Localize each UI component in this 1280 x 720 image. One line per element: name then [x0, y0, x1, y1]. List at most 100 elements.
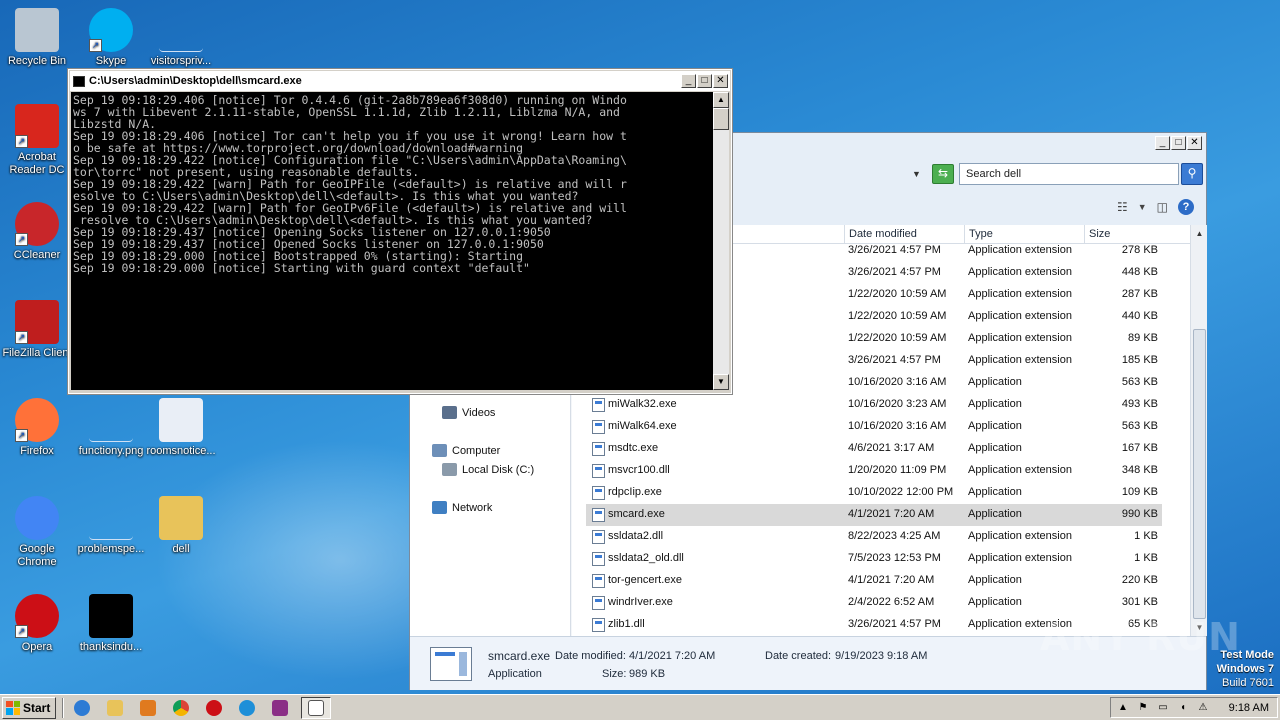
file-size: 440 KB: [1121, 310, 1158, 322]
refresh-button[interactable]: ⇆: [932, 164, 954, 184]
file-row[interactable]: ssldata2_old.dll 7/5/2023 12:53 PM Applica…: [586, 548, 1162, 570]
console-scrollbar[interactable]: ▲ ▼: [713, 92, 729, 390]
view-dropdown-icon[interactable]: ▼: [1138, 202, 1147, 212]
minimize-button[interactable]: _: [1155, 136, 1170, 150]
file-type: Application extension: [968, 354, 1072, 366]
system-tray: ▲ ⚑ ▭ ◖ ⚠ 9:18 AM: [1110, 697, 1278, 718]
taskbar-winrar-button[interactable]: [268, 697, 292, 719]
file-type: Application: [968, 486, 1022, 498]
desktop-icon[interactable]: ↗ Opera: [0, 594, 74, 654]
security-icon[interactable]: ⚠: [1197, 702, 1209, 714]
taskbar-explorer-button[interactable]: [103, 697, 127, 719]
desktop-icon[interactable]: ↗ FileZilla Client: [0, 300, 74, 360]
desktop-icon-label: functiony.png: [78, 445, 144, 457]
column-size[interactable]: Size: [1084, 225, 1190, 244]
file-size: 563 KB: [1121, 420, 1158, 432]
desktop-icon-label: visitorspriv...: [150, 55, 212, 67]
taskbar-ie-button[interactable]: [70, 697, 94, 719]
volume-icon[interactable]: ◖: [1177, 702, 1189, 714]
taskbar-console-button[interactable]: [301, 696, 331, 719]
file-date: 3/26/2021 4:57 PM: [848, 354, 941, 366]
nav-label: Local Disk (C:): [462, 463, 535, 476]
help-icon[interactable]: ?: [1178, 199, 1194, 215]
close-button[interactable]: ✕: [713, 74, 728, 88]
test-mode-label: Test Mode Windows 7 Build 7601: [1217, 648, 1274, 690]
desktop-icon[interactable]: ↗ Acrobat Reader DC: [0, 104, 74, 177]
tray-expand-icon[interactable]: ▲: [1117, 702, 1129, 714]
maximize-button[interactable]: □: [697, 74, 712, 88]
close-button[interactable]: ✕: [1187, 136, 1202, 150]
network-tray-icon[interactable]: ▭: [1157, 702, 1169, 714]
file-row[interactable]: miWalk64.exe 10/16/2020 3:16 AM Applicatio…: [586, 416, 1162, 438]
file-list-scrollbar[interactable]: ▲ ▼: [1190, 225, 1207, 636]
file-type: Application extension: [968, 266, 1072, 278]
file-row[interactable]: ssldata2.dll 8/22/2023 4:25 AM Application…: [586, 526, 1162, 548]
file-name: ssldata2.dll: [608, 530, 664, 542]
action-center-icon[interactable]: ⚑: [1137, 702, 1149, 714]
column-type[interactable]: Type: [964, 225, 1084, 244]
desktop-icon[interactable]: visitorspriv...: [144, 8, 218, 68]
column-date-modified[interactable]: Date modified: [844, 225, 964, 244]
taskbar-edge-button[interactable]: [235, 697, 259, 719]
nav-item-computer[interactable]: Computer: [432, 444, 500, 457]
folder-icon: [159, 496, 203, 540]
scroll-down-icon[interactable]: ▼: [713, 374, 729, 390]
scrollbar-thumb[interactable]: [1193, 329, 1206, 619]
search-input[interactable]: Search dell: [959, 163, 1179, 185]
details-filename: smcard.exe: [488, 649, 551, 663]
file-size: 167 KB: [1121, 442, 1158, 454]
search-icon[interactable]: ⚲: [1181, 163, 1203, 185]
desktop-icon[interactable]: Google Chrome: [0, 496, 74, 569]
desktop-icon[interactable]: ↗ Skype: [74, 8, 148, 68]
file-row[interactable]: rdpcIip.exe 10/10/2022 12:00 PM Applicatio…: [586, 482, 1162, 504]
scroll-up-icon[interactable]: ▲: [1191, 225, 1208, 242]
desktop-icon[interactable]: problemspe...: [74, 496, 148, 556]
file-row[interactable]: msvcr100.dll 1/20/2020 11:09 PM Applicatio…: [586, 460, 1162, 482]
desktop-icon-label: roomsnotice...: [146, 445, 216, 457]
start-button[interactable]: Start: [2, 696, 56, 719]
scrollbar-thumb[interactable]: [713, 108, 729, 130]
file-row[interactable]: smcard.exe 4/1/2021 7:20 AM Application 990…: [586, 504, 1162, 526]
console-titlebar[interactable]: C:\Users\admin\Desktop\dell\smcard.exe _…: [70, 71, 730, 91]
file-row[interactable]: windrIver.exe 2/4/2022 6:52 AM Application…: [586, 592, 1162, 614]
taskbar-media-button[interactable]: [136, 697, 160, 719]
skype-icon: ↗: [89, 8, 133, 52]
file-date: 3/26/2021 4:57 PM: [848, 266, 941, 278]
desktop-icon[interactable]: ↗ CCleaner: [0, 202, 74, 262]
file-icon: [592, 508, 605, 522]
desktop-icon[interactable]: functiony.png: [74, 398, 148, 458]
nav-item-videos[interactable]: Videos: [442, 406, 495, 419]
address-dropdown-icon[interactable]: ▼: [912, 169, 921, 179]
desktop-icon[interactable]: thanksindu...: [74, 594, 148, 654]
file-row[interactable]: tor-gencert.exe 4/1/2021 7:20 AM Applicati…: [586, 570, 1162, 592]
taskbar-chrome-button[interactable]: [169, 697, 193, 719]
desktop-icon-label: Acrobat Reader DC: [9, 151, 65, 176]
console-output[interactable]: Sep 19 09:18:29.406 [notice] Tor 0.4.4.6…: [71, 92, 714, 390]
application-icon: [430, 647, 472, 681]
maximize-button[interactable]: □: [1171, 136, 1186, 150]
nav-item-local-disk[interactable]: Local Disk (C:): [442, 463, 534, 476]
console-window[interactable]: C:\Users\admin\Desktop\dell\smcard.exe _…: [67, 68, 733, 395]
desktop-icon[interactable]: ↗ Firefox: [0, 398, 74, 458]
preview-pane-icon[interactable]: ◫: [1157, 200, 1168, 214]
nav-item-network[interactable]: Network: [432, 501, 492, 514]
details-created-label: Date created:: [765, 650, 832, 662]
desktop-icon[interactable]: roomsnotice...: [144, 398, 218, 458]
desktop-icon-label: thanksindu...: [79, 641, 143, 653]
windows-logo-icon: [6, 700, 20, 715]
desktop-icon[interactable]: Recycle Bin: [0, 8, 74, 68]
desktop-icon[interactable]: dell: [144, 496, 218, 556]
file-date: 1/22/2020 10:59 AM: [848, 332, 947, 344]
file-row[interactable]: miWalk32.exe 10/16/2020 3:23 AM Applicatio…: [586, 394, 1162, 416]
winrar-icon: [272, 699, 288, 716]
taskbar-opera-button[interactable]: [202, 697, 226, 719]
file-size: 109 KB: [1121, 486, 1158, 498]
clock[interactable]: 9:18 AM: [1229, 702, 1269, 714]
file-row[interactable]: msdtc.exe 4/6/2021 3:17 AM Application 167 …: [586, 438, 1162, 460]
chrome-icon: [15, 496, 59, 540]
desktop-icon-label: Google Chrome: [17, 543, 57, 568]
change-view-icon[interactable]: ☷: [1117, 200, 1128, 214]
scroll-up-icon[interactable]: ▲: [713, 92, 729, 108]
shortcut-arrow-icon: ↗: [15, 625, 28, 638]
minimize-button[interactable]: _: [681, 74, 696, 88]
